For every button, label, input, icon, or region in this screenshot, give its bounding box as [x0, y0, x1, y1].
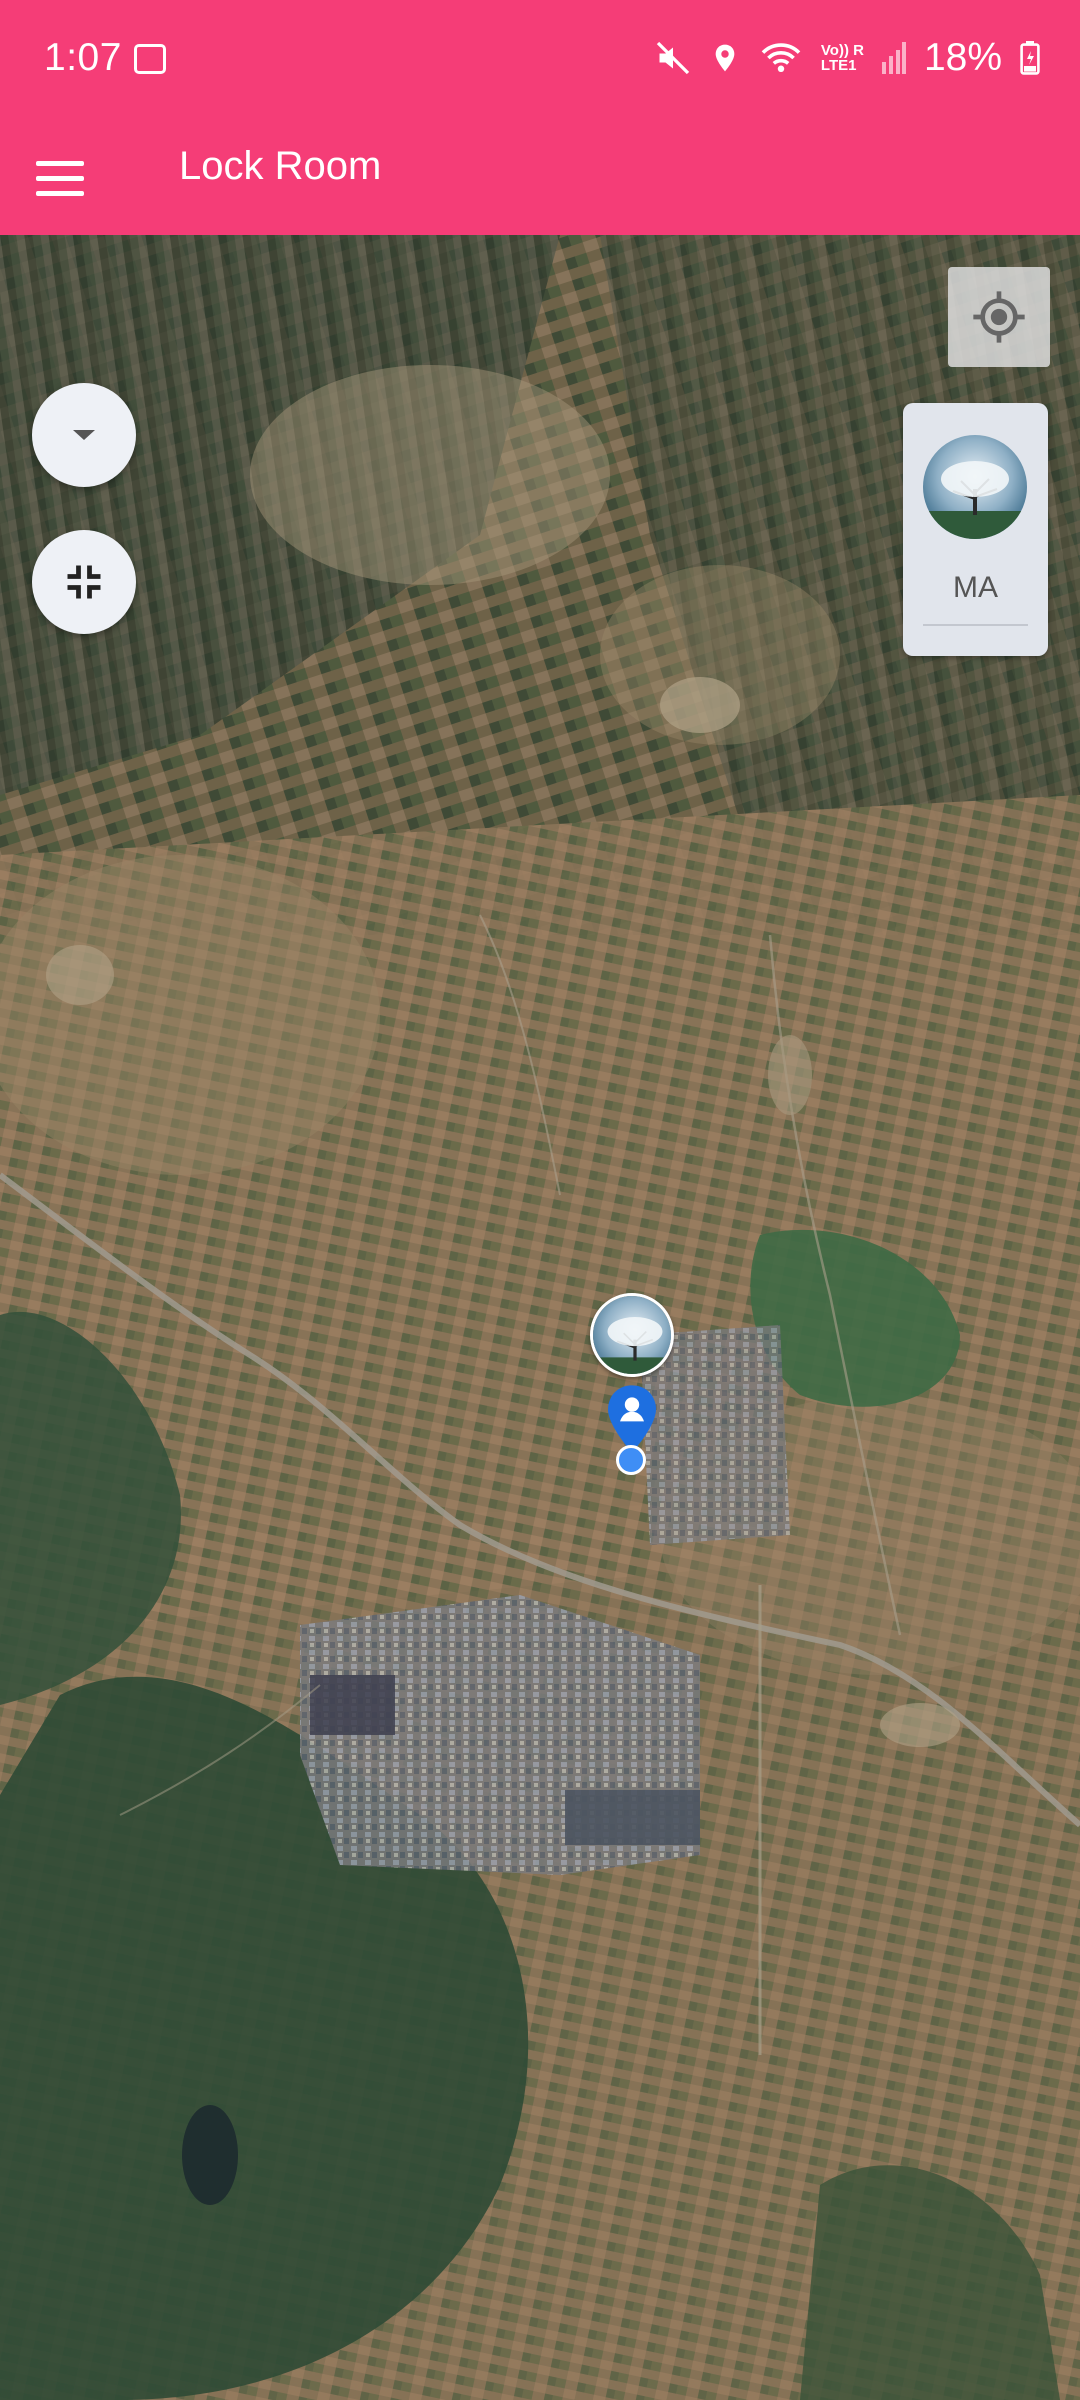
member-avatar[interactable] — [923, 435, 1027, 539]
layers-dropdown-button[interactable] — [32, 383, 136, 487]
status-bar: 1:07 Vo)) R LTE1 18% — [0, 0, 1080, 120]
my-location-button[interactable] — [948, 267, 1050, 367]
mute-icon — [656, 41, 690, 75]
network-label: Vo)) R LTE1 — [820, 42, 864, 74]
toolbar: Lock Room — [0, 120, 1080, 235]
battery-percent: 18% — [923, 36, 1002, 79]
collapse-icon — [67, 565, 101, 599]
fullscreen-exit-button[interactable] — [32, 530, 136, 634]
member-panel: MA — [903, 403, 1048, 656]
member-initials[interactable]: MA — [903, 571, 1048, 605]
satellite-map[interactable]: MA — [0, 235, 1080, 2400]
current-location-dot — [616, 1445, 646, 1475]
gallery-icon — [134, 44, 166, 74]
page-title: Lock Room — [179, 144, 382, 188]
tree-avatar-image — [923, 435, 1027, 539]
dropdown-arrow-icon — [73, 430, 95, 440]
member-map-marker[interactable] — [590, 1293, 674, 1377]
wifi-icon — [761, 43, 801, 73]
signal-icon — [881, 42, 906, 74]
status-icons: Vo)) R LTE1 18% — [655, 36, 1040, 80]
hamburger-menu-icon[interactable] — [36, 146, 100, 210]
app-bar: 1:07 Vo)) R LTE1 18% Lock Room — [0, 0, 1080, 235]
location-icon — [715, 44, 735, 72]
my-location-icon — [973, 291, 1025, 343]
status-time: 1:07 — [44, 36, 122, 79]
battery-icon — [1020, 41, 1040, 75]
member-underline — [923, 624, 1028, 626]
